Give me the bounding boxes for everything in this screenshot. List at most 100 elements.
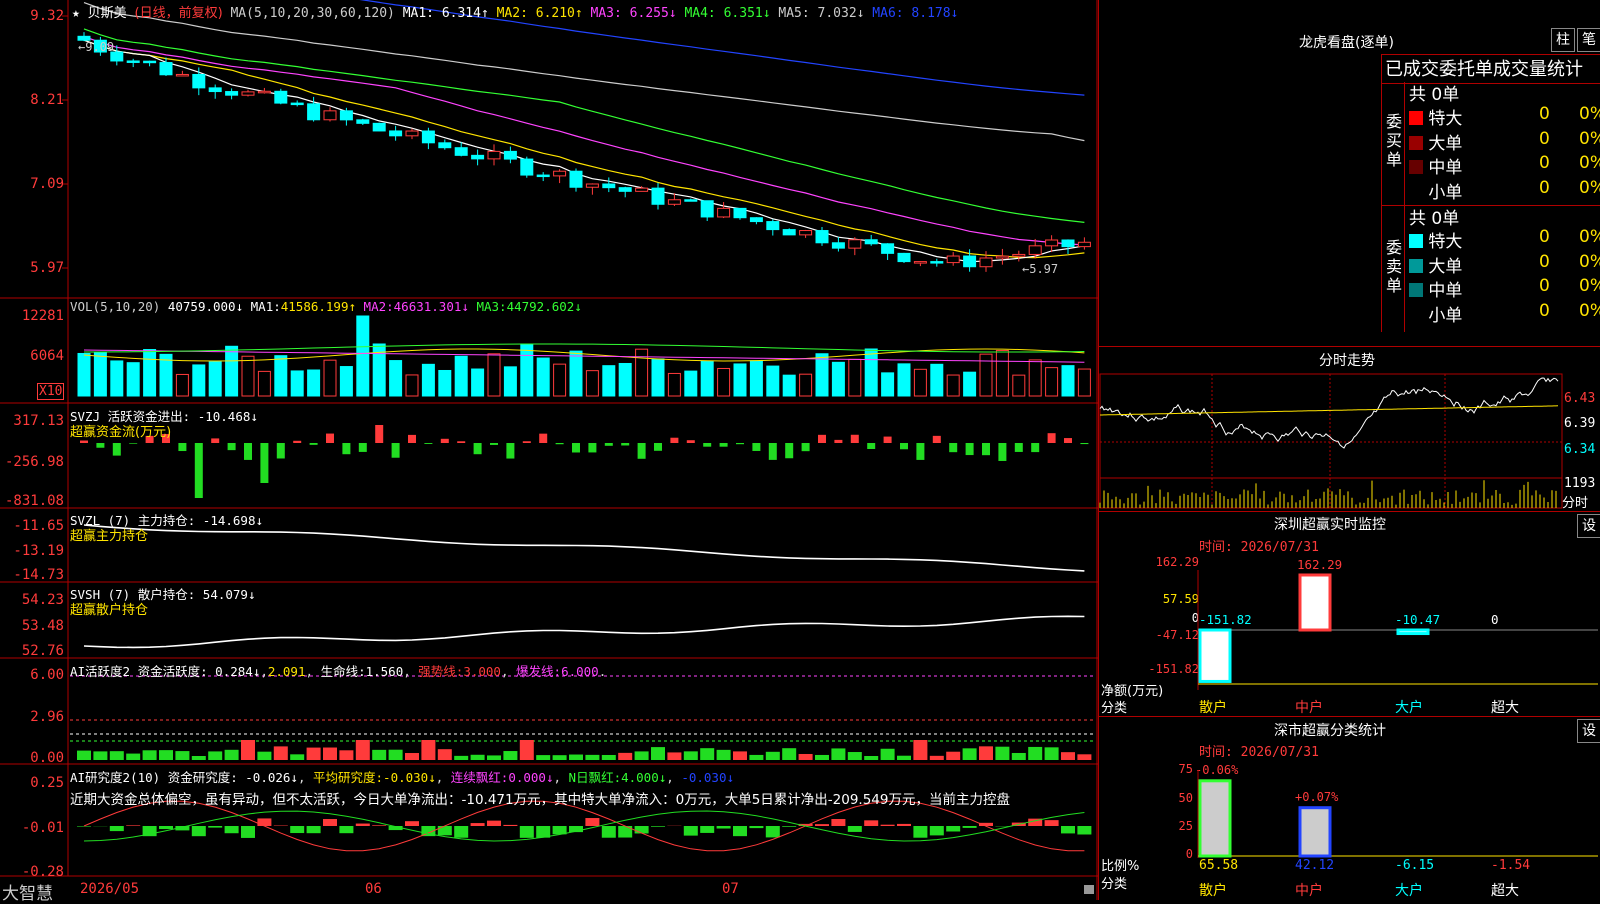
order-count: 0 [1539, 276, 1550, 296]
color-swatch [1409, 259, 1423, 273]
svzj-bar [867, 443, 875, 449]
ai1-bar [1028, 747, 1042, 760]
candle-body [455, 148, 467, 156]
order-type: 大单 [1428, 134, 1462, 154]
sell-label: 委卖单 [1386, 238, 1404, 295]
svzj-axis-1: 317.13 [0, 413, 64, 429]
volume-bar [554, 364, 566, 396]
ai1-bar [257, 752, 271, 760]
svzj-bar [96, 443, 104, 448]
ai2-nred-label: N日飘红: [569, 770, 622, 785]
ai2-bar [454, 826, 468, 838]
svzj-bar [884, 437, 892, 443]
star-icon: ★ [72, 6, 80, 21]
chart-area[interactable]: ★ 贝斯美 (日线，前复权) MA(5,10,20,30,60,120) MA1… [0, 0, 1098, 900]
volume-bar [209, 362, 221, 396]
svzj-bar [703, 443, 711, 447]
volume-bar [685, 371, 697, 396]
candle-body [504, 151, 516, 159]
ai2-bar [881, 825, 895, 826]
intraday-axis-1: 6.43 [1564, 391, 1595, 406]
ai1-bar [1077, 754, 1091, 760]
ai2-bar [339, 826, 353, 833]
ai1-bar [1045, 747, 1059, 760]
price-axis-4: 5.97 [0, 260, 64, 276]
svzj-bar [310, 443, 318, 445]
ma2-line [84, 40, 1084, 257]
candle-body [127, 61, 139, 63]
ai1-bar [143, 750, 157, 760]
svzj-bar [392, 443, 400, 458]
candle-body [1062, 240, 1074, 247]
candle-body [964, 256, 976, 267]
ai1-bar [782, 748, 796, 760]
candle-body [701, 201, 713, 217]
order-count: 0 [1539, 301, 1550, 321]
lock-icon[interactable] [1084, 885, 1094, 894]
order-type: 小单 [1428, 183, 1462, 203]
monitor-axis-label: -47.12 [1143, 628, 1199, 642]
svzj-bar [506, 443, 514, 459]
classify-settings-button[interactable]: 设 [1577, 719, 1600, 743]
classify-value: 42.12 [1295, 858, 1334, 873]
classify-time: 时间: 2026/07/31 [1199, 741, 1319, 760]
volume-bar [422, 364, 434, 396]
order-pct: 0% [1579, 276, 1600, 296]
ai1-bar [471, 755, 485, 760]
order-type: 中单 [1428, 158, 1462, 178]
candle-body [718, 208, 730, 217]
ai2-header: AI研究度2(10) 资金研究度: [70, 770, 238, 785]
ma4-line [84, 29, 1084, 223]
volume-bar [340, 367, 352, 396]
monitor-unit2: 分类 [1101, 697, 1127, 716]
classify-top-label-2: +0.07% [1295, 790, 1338, 804]
ma-header: MA(5,10,20,30,60,120) [230, 6, 394, 21]
volume-bar [767, 366, 779, 396]
vol-ma3: 44792.602↓ [507, 299, 582, 314]
ai1-bar [323, 748, 337, 760]
svzj-bar [129, 443, 137, 444]
tab-tick[interactable]: 笔 [1577, 28, 1600, 52]
ai1-bar [749, 755, 763, 760]
intraday-axis-3: 6.34 [1564, 442, 1595, 457]
tab-bar-chart[interactable]: 柱 [1551, 28, 1575, 52]
ai2-bar [602, 826, 616, 838]
svzj-bar [818, 435, 826, 443]
ai2-bar [1045, 820, 1059, 826]
price-axis-2: 8.21 [0, 92, 64, 108]
volume-bar [603, 366, 615, 396]
ai1-bar [881, 749, 895, 760]
period-label[interactable]: (日线，前复权) [135, 6, 223, 21]
svzj-bar [1048, 433, 1056, 443]
ma-value-4: MA4: 6.351↓ [677, 6, 771, 21]
candle-body [209, 88, 221, 92]
candle-body [685, 200, 697, 202]
svzj-bar [654, 443, 662, 451]
candle-body [914, 262, 926, 264]
order-pct: 0% [1579, 178, 1600, 198]
ai1-axis-1: 6.00 [0, 667, 64, 683]
candle-body [996, 256, 1008, 258]
svzj-bar [490, 443, 498, 445]
ai1-strong-label: 强势线: [418, 664, 463, 679]
monitor-settings-button[interactable]: 设 [1577, 514, 1600, 538]
candle-body [193, 74, 205, 87]
svzj-bar [769, 443, 777, 460]
ai1-bar [389, 750, 403, 760]
ai2-value1: -0.026↓ [245, 770, 298, 785]
ai2-bar [356, 824, 370, 826]
svzj-bar [244, 443, 252, 460]
ai1-bar [667, 752, 681, 760]
svzj-bar [441, 439, 449, 443]
ma5-line [84, 3, 1084, 141]
order-type: 小单 [1428, 306, 1462, 326]
classify-axis-label: 0 [1149, 847, 1193, 861]
volume-bar [488, 354, 500, 396]
svzl-subtitle: 超赢主力持仓 [70, 525, 148, 544]
ai2-bar [307, 826, 321, 833]
svzj-bar [720, 443, 728, 447]
svzl-axis-3: -14.73 [0, 567, 64, 583]
main-chart-svg[interactable] [0, 0, 1098, 900]
ai1-bar [815, 755, 829, 760]
ma1-line [84, 40, 1084, 262]
